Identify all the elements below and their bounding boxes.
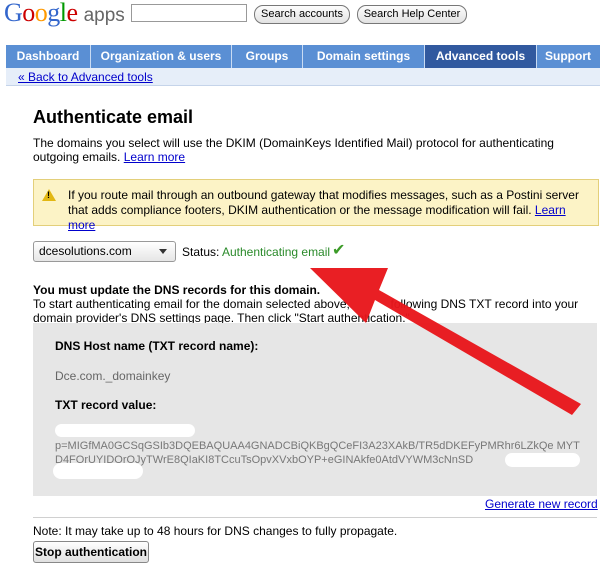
intro-text: The domains you select will use the DKIM…	[33, 136, 598, 164]
domain-select[interactable]: dcesolutions.com	[33, 241, 176, 262]
logo-letter: e	[66, 0, 79, 27]
intro-body: The domains you select will use the DKIM…	[33, 136, 554, 164]
search-accounts-button[interactable]: Search accounts	[254, 5, 350, 24]
dns-update-heading: You must update the DNS records for this…	[33, 283, 321, 297]
tab-domain-settings[interactable]: Domain settings	[303, 45, 425, 68]
tab-support[interactable]: Support	[537, 45, 599, 68]
status-value: Authenticating email	[222, 245, 331, 259]
tab-organization-users[interactable]: Organization & users	[91, 45, 232, 68]
search-input[interactable]	[131, 4, 247, 22]
logo-letter: g	[47, 0, 60, 27]
propagation-note: Note: It may take up to 48 hours for DNS…	[33, 524, 398, 538]
warning-triangle-icon: !	[42, 189, 56, 201]
dns-instructions-part-1: To start authenticating email for the do…	[33, 297, 350, 311]
dns-host-value[interactable]: Dce.com._domainkey	[55, 369, 170, 383]
logo-letter: G	[4, 0, 23, 27]
logo-letter: o	[34, 0, 48, 27]
google-apps-logo[interactable]: Google apps	[4, 0, 125, 28]
chevron-down-icon	[159, 249, 167, 254]
tab-dashboard[interactable]: Dashboard	[6, 45, 91, 68]
search-help-center-button[interactable]: Search Help Center	[357, 5, 467, 24]
warning-box: ! If you route mail through an outbound …	[33, 179, 599, 232]
back-to-advanced-tools-link[interactable]: « Back to Advanced tools	[18, 70, 153, 84]
tab-advanced-tools[interactable]: Advanced tools	[425, 45, 537, 68]
warning-text: If you route mail through an outbound ga…	[68, 188, 590, 233]
redaction-mark	[505, 453, 580, 467]
domain-select-value: dcesolutions.com	[39, 244, 132, 258]
status-label: Status:	[182, 245, 220, 259]
generate-new-record-link[interactable]: Generate new record	[485, 497, 598, 511]
dns-record-panel: DNS Host name (TXT record name): Dce.com…	[33, 323, 597, 496]
divider	[33, 517, 597, 518]
checkmark-icon: ✔	[332, 242, 346, 259]
page-title: Authenticate email	[33, 107, 194, 127]
logo-apps-text: apps	[83, 5, 125, 26]
redaction-mark	[53, 463, 143, 479]
dns-host-label: DNS Host name (TXT record name):	[55, 339, 259, 353]
redaction-mark	[55, 424, 195, 437]
stop-authentication-button[interactable]: Stop authentication	[33, 541, 149, 563]
tab-groups[interactable]: Groups	[232, 45, 303, 68]
intro-learn-more-link[interactable]: Learn more	[124, 150, 185, 164]
logo-letter: l	[59, 0, 67, 27]
txt-record-label: TXT record value:	[55, 398, 157, 412]
warning-body: If you route mail through an outbound ga…	[68, 188, 579, 217]
main-nav: Dashboard Organization & users Groups Do…	[6, 45, 600, 68]
dns-instructions: To start authenticating email for the do…	[33, 297, 598, 325]
logo-letter: o	[22, 0, 35, 27]
